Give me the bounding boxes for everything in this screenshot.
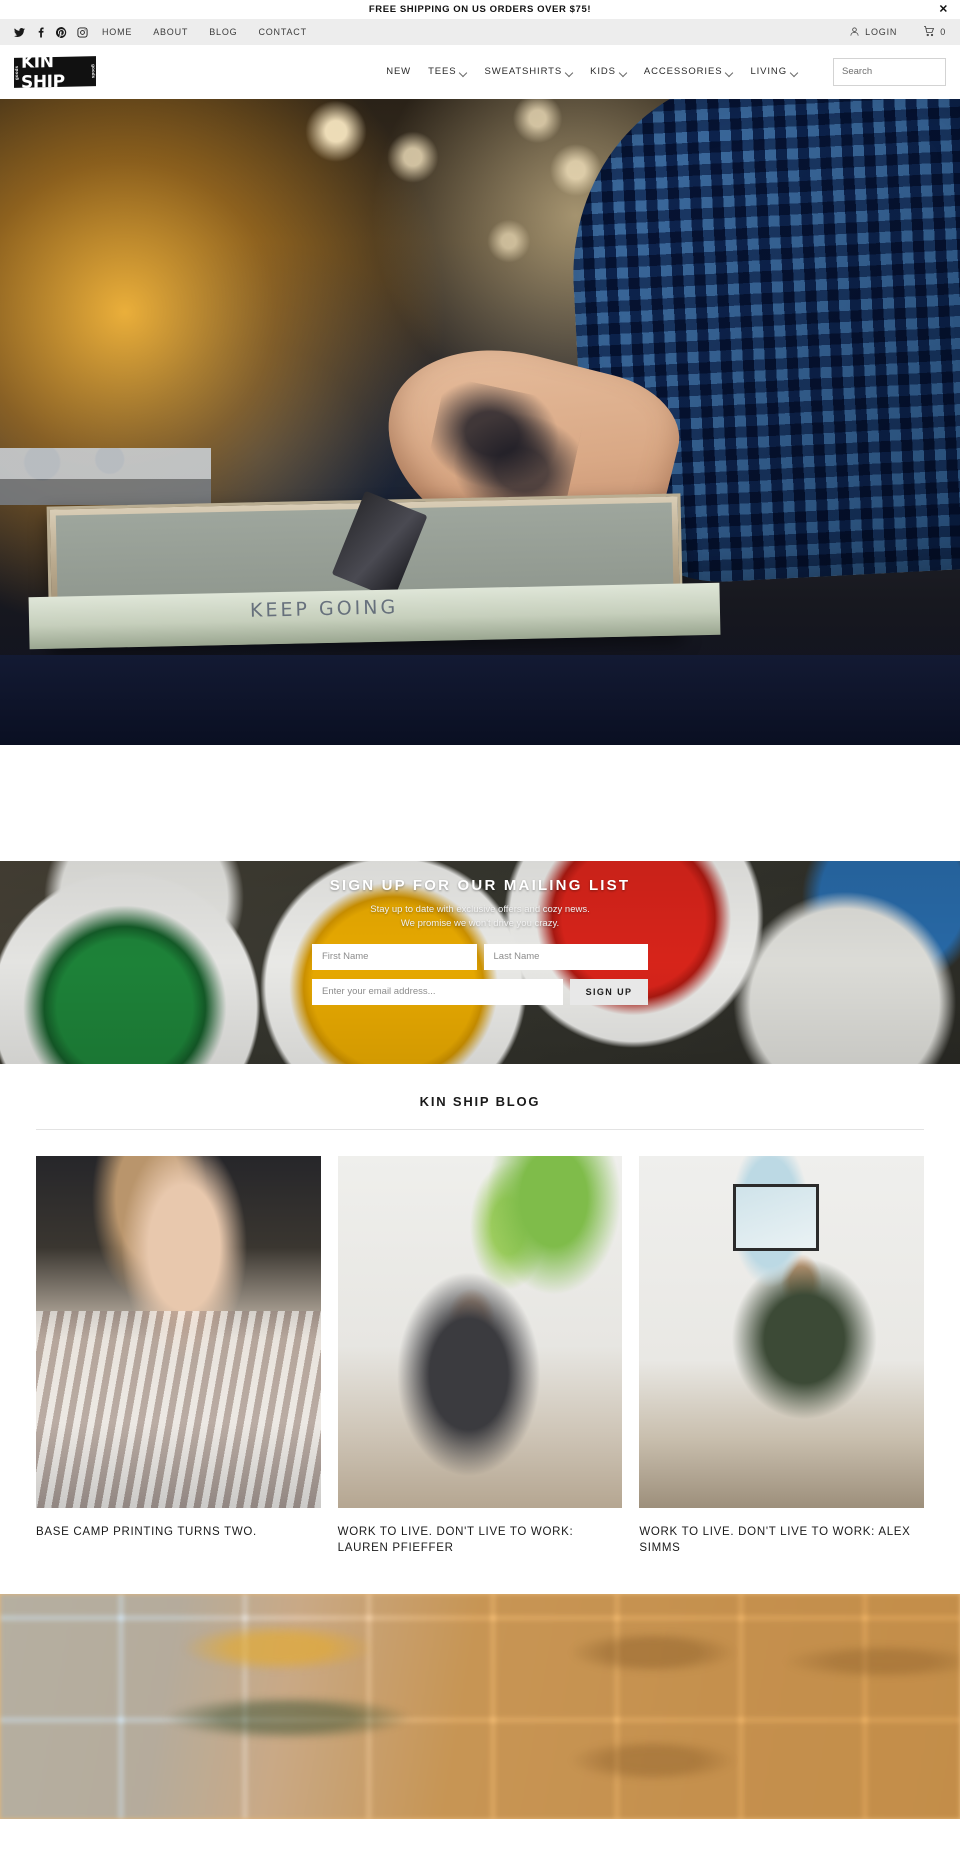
- blog-card[interactable]: BASE CAMP PRINTING TURNS TWO.: [36, 1156, 321, 1556]
- utility-right: LOGIN 0: [849, 25, 946, 39]
- nav-label-living: LIVING: [750, 66, 787, 77]
- newsletter-section: SIGN UP FOR OUR MAILING LIST Stay up to …: [0, 861, 960, 1064]
- blog-thumbnail[interactable]: [36, 1156, 321, 1508]
- chevron-down-icon: [460, 70, 467, 74]
- nav-label-sweatshirts: SWEATSHIRTS: [484, 66, 563, 77]
- logo-left-text: goods: [14, 65, 19, 80]
- nav-item-kids[interactable]: KIDS: [590, 66, 627, 77]
- cart-count: 0: [940, 27, 946, 37]
- nav-item-living[interactable]: LIVING: [750, 66, 798, 77]
- nav-item-new[interactable]: NEW: [386, 66, 411, 77]
- instagram-icon[interactable]: [77, 26, 88, 38]
- cart-button[interactable]: 0: [923, 25, 946, 39]
- blog-card[interactable]: WORK TO LIVE. DON'T LIVE TO WORK: ALEX S…: [639, 1156, 924, 1556]
- last-name-input[interactable]: [483, 943, 648, 970]
- announcement-bar: FREE SHIPPING ON US ORDERS OVER $75! ✕: [0, 0, 960, 19]
- chevron-down-icon: [620, 70, 627, 74]
- nav-item-tees[interactable]: TEES: [428, 66, 467, 77]
- newsletter-title: SIGN UP FOR OUR MAILING LIST: [329, 877, 631, 894]
- twitter-icon[interactable]: [14, 27, 25, 38]
- nav-label-accessories: ACCESSORIES: [643, 66, 723, 77]
- blog-heading: KIN SHIP BLOG: [36, 1094, 924, 1130]
- first-name-input[interactable]: [312, 943, 477, 970]
- blog-post-title[interactable]: WORK TO LIVE. DON'T LIVE TO WORK: LAUREN…: [338, 1525, 623, 1556]
- site-header: goods KIN SHIP goods NEW TEES SWEATSHIRT…: [0, 45, 960, 99]
- newsletter-signup-button[interactable]: SIGN UP: [570, 978, 648, 1005]
- main-navigation: NEW TEES SWEATSHIRTS KIDS ACCESSORIES LI…: [386, 57, 960, 86]
- hero-spacer: [0, 745, 960, 861]
- login-label: LOGIN: [865, 27, 898, 37]
- nav-item-sweatshirts[interactable]: SWEATSHIRTS: [484, 66, 573, 77]
- utility-nav: HOME ABOUT BLOG CONTACT LOGIN 0: [0, 19, 960, 45]
- login-button[interactable]: LOGIN: [849, 26, 897, 39]
- utility-link-about[interactable]: ABOUT: [153, 27, 188, 37]
- nav-item-accessories[interactable]: ACCESSORIES: [644, 66, 734, 77]
- pinterest-icon[interactable]: [56, 26, 67, 38]
- utility-links: HOME ABOUT BLOG CONTACT: [102, 27, 307, 37]
- email-input[interactable]: [312, 978, 563, 1005]
- site-logo[interactable]: goods KIN SHIP goods: [14, 52, 96, 92]
- search-box[interactable]: [833, 57, 960, 86]
- utility-link-blog[interactable]: BLOG: [209, 27, 237, 37]
- social-links: [14, 26, 88, 38]
- newsletter-form: SIGN UP: [312, 943, 648, 1005]
- blog-thumbnail[interactable]: [639, 1156, 924, 1508]
- blog-card[interactable]: WORK TO LIVE. DON'T LIVE TO WORK: LAUREN…: [337, 1156, 623, 1556]
- facebook-icon[interactable]: [35, 26, 46, 38]
- chevron-down-icon: [791, 70, 798, 74]
- newsletter-subtitle-line1: Stay up to date with exclusive offers an…: [370, 904, 590, 915]
- hero-screen-text: KEEP GOING: [249, 596, 399, 623]
- blog-post-title[interactable]: WORK TO LIVE. DON'T LIVE TO WORK: ALEX S…: [639, 1525, 924, 1556]
- logo-text: KIN SHIP: [21, 51, 65, 93]
- nav-label-tees: TEES: [428, 66, 457, 77]
- blog-grid: BASE CAMP PRINTING TURNS TWO. WORK TO LI…: [36, 1130, 924, 1556]
- nav-label-new: NEW: [386, 66, 412, 77]
- cart-icon: [923, 25, 935, 39]
- hero-image: KEEP GOING: [0, 99, 960, 745]
- user-icon: [849, 26, 860, 39]
- newsletter-subtitle-line2: We promise we won't drive you crazy.: [400, 917, 560, 929]
- hero-banner[interactable]: KEEP GOING: [0, 99, 960, 745]
- newsletter-subtitle: Stay up to date with exclusive offers an…: [370, 903, 590, 931]
- utility-link-contact[interactable]: CONTACT: [258, 27, 306, 37]
- blog-section: KIN SHIP BLOG BASE CAMP PRINTING TURNS T…: [0, 1064, 960, 1557]
- blog-post-title[interactable]: BASE CAMP PRINTING TURNS TWO.: [36, 1525, 321, 1541]
- announcement-text: FREE SHIPPING ON US ORDERS OVER $75!: [368, 4, 592, 15]
- search-input[interactable]: [842, 66, 960, 77]
- close-icon[interactable]: ✕: [939, 4, 948, 15]
- utility-link-home[interactable]: HOME: [102, 27, 132, 37]
- blog-thumbnail[interactable]: [337, 1156, 623, 1508]
- nav-label-kids: KIDS: [590, 66, 616, 77]
- chevron-down-icon: [726, 70, 733, 74]
- chevron-down-icon: [566, 70, 573, 74]
- bottom-banner-image[interactable]: [0, 1594, 960, 1820]
- logo-right-text: goods: [91, 63, 96, 78]
